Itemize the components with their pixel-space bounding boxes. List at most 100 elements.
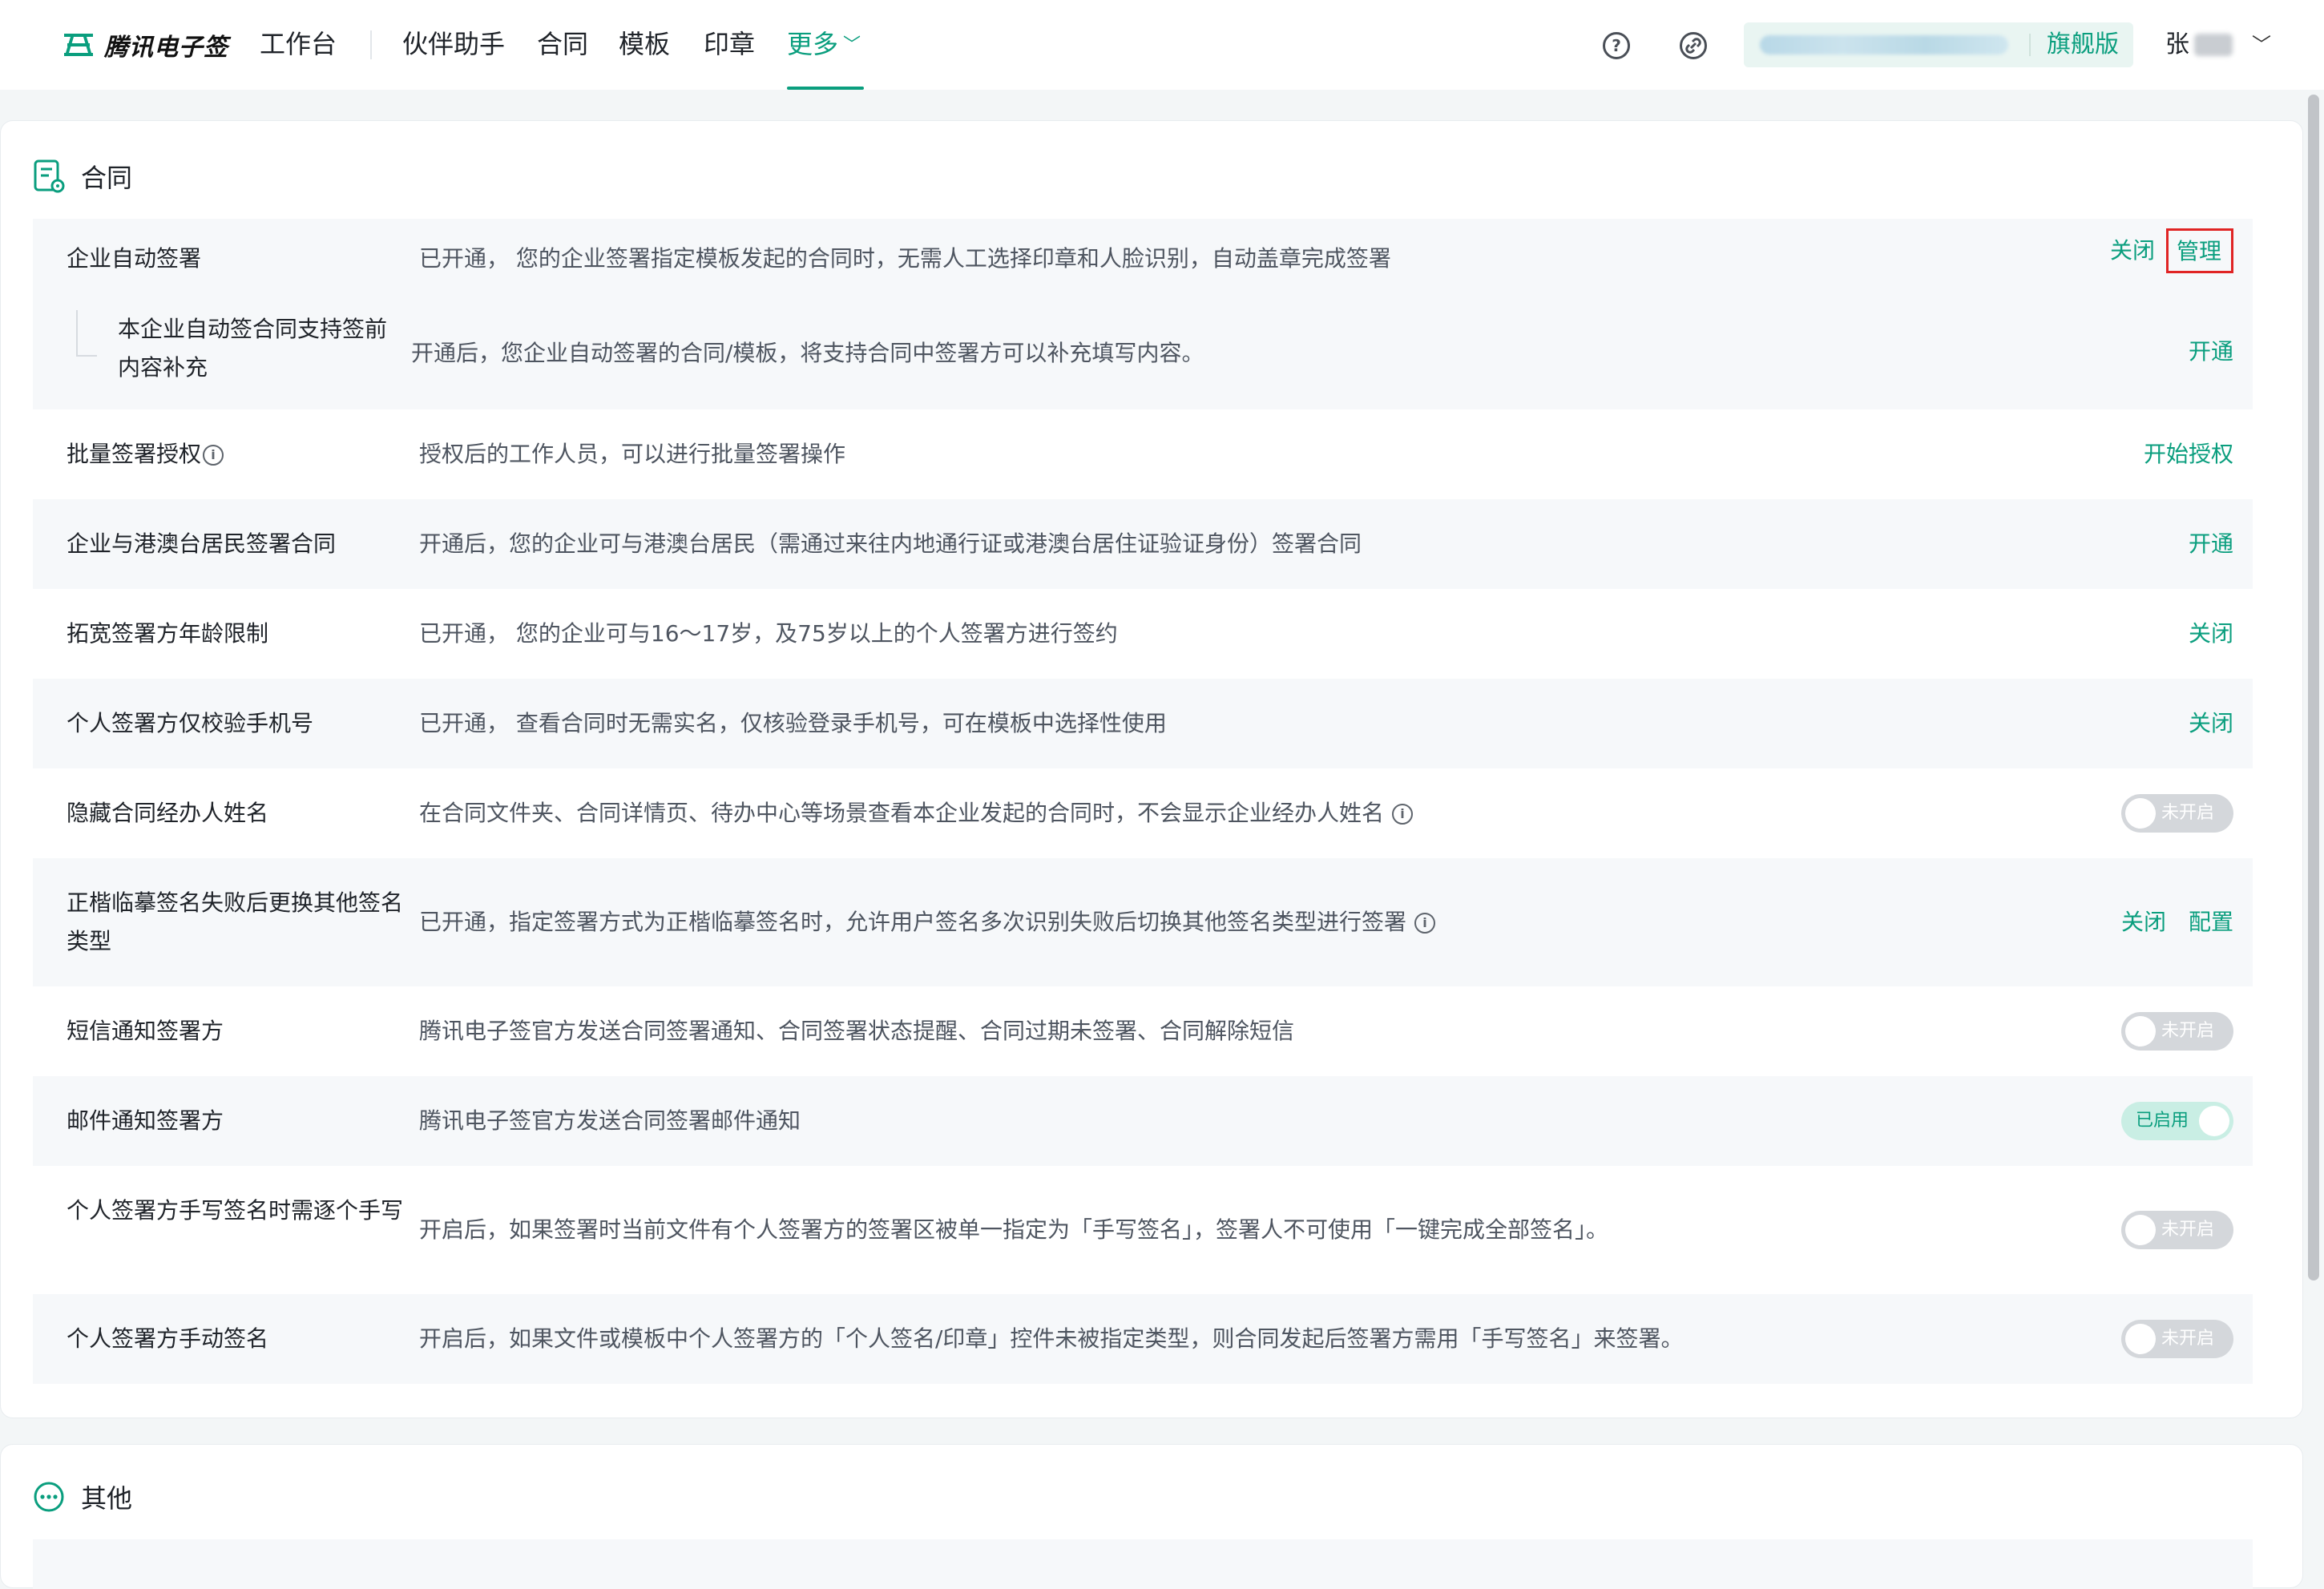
- setting-description: 开启后，如果文件或模板中个人签署方的「个人签名/印章」控件未被指定类型，则合同发…: [419, 1325, 1684, 1352]
- setting-description: 在合同文件夹、合同详情页、待办中心等场景查看本企业发起的合同时，不会显示企业经办…: [419, 800, 1385, 826]
- setting-name: 短信通知签署方: [67, 1018, 224, 1044]
- disable-link[interactable]: 关闭: [2189, 708, 2233, 740]
- disable-link[interactable]: 关闭: [2110, 235, 2155, 267]
- setting-name: 拓宽签署方年龄限制: [67, 620, 269, 647]
- chevron-down-icon: ﹀: [2252, 34, 2271, 56]
- section-title: 其他: [81, 1483, 133, 1514]
- setting-row-hide-handler-name: 隐藏合同经办人姓名 在合同文件夹、合同详情页、待办中心等场景查看本企业发起的合同…: [33, 768, 2253, 858]
- setting-actions: 开通: [2166, 528, 2233, 560]
- toggle-switch[interactable]: 未开启: [2121, 1012, 2233, 1051]
- info-icon[interactable]: i: [1392, 804, 1414, 825]
- user-menu[interactable]: 张 ﹀: [2165, 27, 2271, 63]
- toggle-switch[interactable]: 未开启: [2121, 794, 2233, 833]
- more-dots-circle-icon: [34, 1482, 64, 1512]
- toggle-label: 未开启: [2161, 1329, 2215, 1349]
- nav-template[interactable]: 模板: [619, 24, 670, 64]
- setting-row-batch-sign: 批量签署授权 i 授权后的工作人员，可以进行批量签署操作 开始授权: [33, 409, 2253, 499]
- brand-name: 腾讯电子签: [104, 34, 228, 62]
- configure-link[interactable]: 配置: [2189, 906, 2233, 938]
- setting-row-manual-signature: 个人签署方手动签名 开启后，如果文件或模板中个人签署方的「个人签名/印章」控件未…: [33, 1294, 2253, 1384]
- nav-divider: [370, 30, 372, 59]
- toggle-label: 未开启: [2161, 1021, 2215, 1041]
- setting-actions: 关闭 配置: [2099, 906, 2233, 938]
- setting-actions: 未开启: [2121, 794, 2233, 833]
- contract-settings-card: 合同 企业自动签署 已开通， 您的企业签署指定模板发起的合同时，无需人工选择印章…: [0, 120, 2303, 1418]
- start-authorize-link[interactable]: 开始授权: [2144, 438, 2233, 470]
- toggle-switch[interactable]: 已启用: [2121, 1102, 2233, 1140]
- toggle-switch[interactable]: 未开启: [2121, 1320, 2233, 1358]
- setting-description-wrap: 已开通，指定签署方式为正楷临摹签名时，允许用户签名多次识别失败后切换其他签名类型…: [419, 906, 1436, 938]
- divider: [2029, 34, 2031, 56]
- nav-seal[interactable]: 印章: [704, 24, 755, 64]
- nav-partner-assistant[interactable]: 伙伴助手: [402, 24, 505, 64]
- setting-description: 腾讯电子签官方发送合同签署邮件通知: [419, 1107, 801, 1134]
- top-navigation-bar: 腾讯电子签 工作台 伙伴助手 合同 模板 印章 更多 ﹀ ? 旗舰版 张 ﹀: [0, 0, 2324, 90]
- organization-name-redacted: [1760, 35, 2008, 54]
- setting-row-regular-script-fallback: 正楷临摹签名失败后更换其他签名类型 已开通，指定签署方式为正楷临摹签名时，允许用…: [33, 858, 2253, 986]
- nav-more-label: 更多: [787, 29, 839, 59]
- setting-name: 本企业自动签合同支持签前内容补充: [118, 316, 388, 381]
- info-icon[interactable]: i: [1414, 913, 1436, 934]
- setting-row-sms-notify: 短信通知签署方 腾讯电子签官方发送合同签署通知、合同签署状态提醒、合同过期未签署…: [33, 986, 2253, 1076]
- sub-setting-row-content-supplement: 本企业自动签合同支持签前内容补充 开通后，您企业自动签署的合同/模板，将支持合同…: [33, 307, 2253, 409]
- setting-description-wrap: 在合同文件夹、合同详情页、待办中心等场景查看本企业发起的合同时，不会显示企业经办…: [419, 797, 1414, 829]
- disable-link[interactable]: 关闭: [2189, 618, 2233, 650]
- brand-logo[interactable]: 腾讯电子签: [63, 27, 228, 63]
- other-settings-card: 其他: [0, 1444, 2303, 1589]
- setting-name: 隐藏合同经办人姓名: [67, 800, 269, 826]
- manage-link[interactable]: 管理: [2165, 228, 2233, 273]
- setting-name: 正楷临摹签名失败后更换其他签名类型: [67, 889, 404, 954]
- enable-link[interactable]: 开通: [2189, 528, 2233, 560]
- setting-description: 腾讯电子签官方发送合同签署通知、合同签署状态提醒、合同过期未签署、合同解除短信: [419, 1018, 1295, 1044]
- setting-row-phone-only-verify: 个人签署方仅校验手机号 已开通， 查看合同时无需实名，仅核验登录手机号，可在模板…: [33, 679, 2253, 768]
- toggle-knob: [2125, 1016, 2156, 1047]
- chevron-down-icon: ﹀: [843, 35, 861, 55]
- toggle-label: 已启用: [2136, 1111, 2189, 1131]
- organization-switcher[interactable]: 旗舰版: [1744, 22, 2133, 67]
- setting-actions: 未开启: [2121, 1320, 2233, 1358]
- info-icon[interactable]: i: [203, 445, 224, 466]
- setting-actions: 关闭: [2166, 618, 2233, 650]
- toggle-knob: [2199, 1106, 2229, 1136]
- help-icon[interactable]: ?: [1603, 32, 1630, 59]
- setting-description: 已开通， 您的企业可与16～17岁，及75岁以上的个人签署方进行签约: [419, 620, 1118, 647]
- disable-link[interactable]: 关闭: [2121, 906, 2166, 938]
- nav-contract[interactable]: 合同: [537, 24, 588, 64]
- setting-row-age-limit: 拓宽签署方年龄限制 已开通， 您的企业可与16～17岁，及75岁以上的个人签署方…: [33, 589, 2253, 679]
- link-icon[interactable]: [1680, 32, 1707, 59]
- setting-row-auto-sign: 企业自动签署 已开通， 您的企业签署指定模板发起的合同时，无需人工选择印章和人脸…: [33, 219, 2253, 409]
- setting-actions: 关闭 管理: [2088, 228, 2233, 273]
- setting-description: 开通后，您的企业可与港澳台居民（需通过来往内地通行证或港澳台居住证验证身份）签署…: [419, 530, 1362, 557]
- setting-name: 企业与港澳台居民签署合同: [67, 530, 337, 557]
- setting-actions: 开始授权: [2121, 438, 2233, 470]
- scrollbar-thumb[interactable]: [2308, 95, 2319, 1280]
- section-header: 其他: [33, 1478, 132, 1515]
- setting-actions: 开通: [2166, 336, 2233, 368]
- nav-workbench[interactable]: 工作台: [260, 24, 337, 64]
- setting-name: 个人签署方仅校验手机号: [67, 710, 314, 736]
- setting-name: 个人签署方手动签名: [67, 1325, 269, 1352]
- setting-name: 批量签署授权: [67, 441, 202, 467]
- toggle-knob: [2125, 1324, 2156, 1354]
- setting-name: 企业自动签署: [67, 245, 202, 272]
- setting-name: 邮件通知签署方: [67, 1107, 224, 1134]
- toggle-label: 未开启: [2161, 803, 2215, 823]
- nav-more[interactable]: 更多 ﹀: [787, 24, 861, 68]
- setting-description: 已开通，指定签署方式为正楷临摹签名时，允许用户签名多次识别失败后切换其他签名类型…: [419, 909, 1407, 935]
- setting-actions: 未开启: [2121, 1211, 2233, 1249]
- edition-badge: 旗舰版: [2047, 30, 2119, 58]
- toggle-switch[interactable]: 未开启: [2121, 1211, 2233, 1249]
- nav-active-indicator: [787, 87, 864, 90]
- sub-item-connector: [76, 310, 97, 357]
- setting-description: 已开通， 查看合同时无需实名，仅核验登录手机号，可在模板中选择性使用: [419, 710, 1167, 736]
- link-glyph-icon: [1685, 38, 1701, 54]
- setting-actions: 关闭: [2166, 708, 2233, 740]
- setting-row-partial: [33, 1539, 2253, 1589]
- toggle-knob: [2125, 1215, 2156, 1245]
- setting-row-handwrite-one-by-one: 个人签署方手写签名时需逐个手写 开启后，如果签署时当前文件有个人签署方的签署区被…: [33, 1166, 2253, 1294]
- enable-link[interactable]: 开通: [2189, 336, 2233, 368]
- contract-document-icon: [34, 159, 65, 193]
- user-name-redacted: [2194, 34, 2233, 56]
- setting-description: 已开通， 您的企业签署指定模板发起的合同时，无需人工选择印章和人脸识别，自动盖章…: [419, 245, 1391, 272]
- section-header: 合同: [33, 158, 132, 195]
